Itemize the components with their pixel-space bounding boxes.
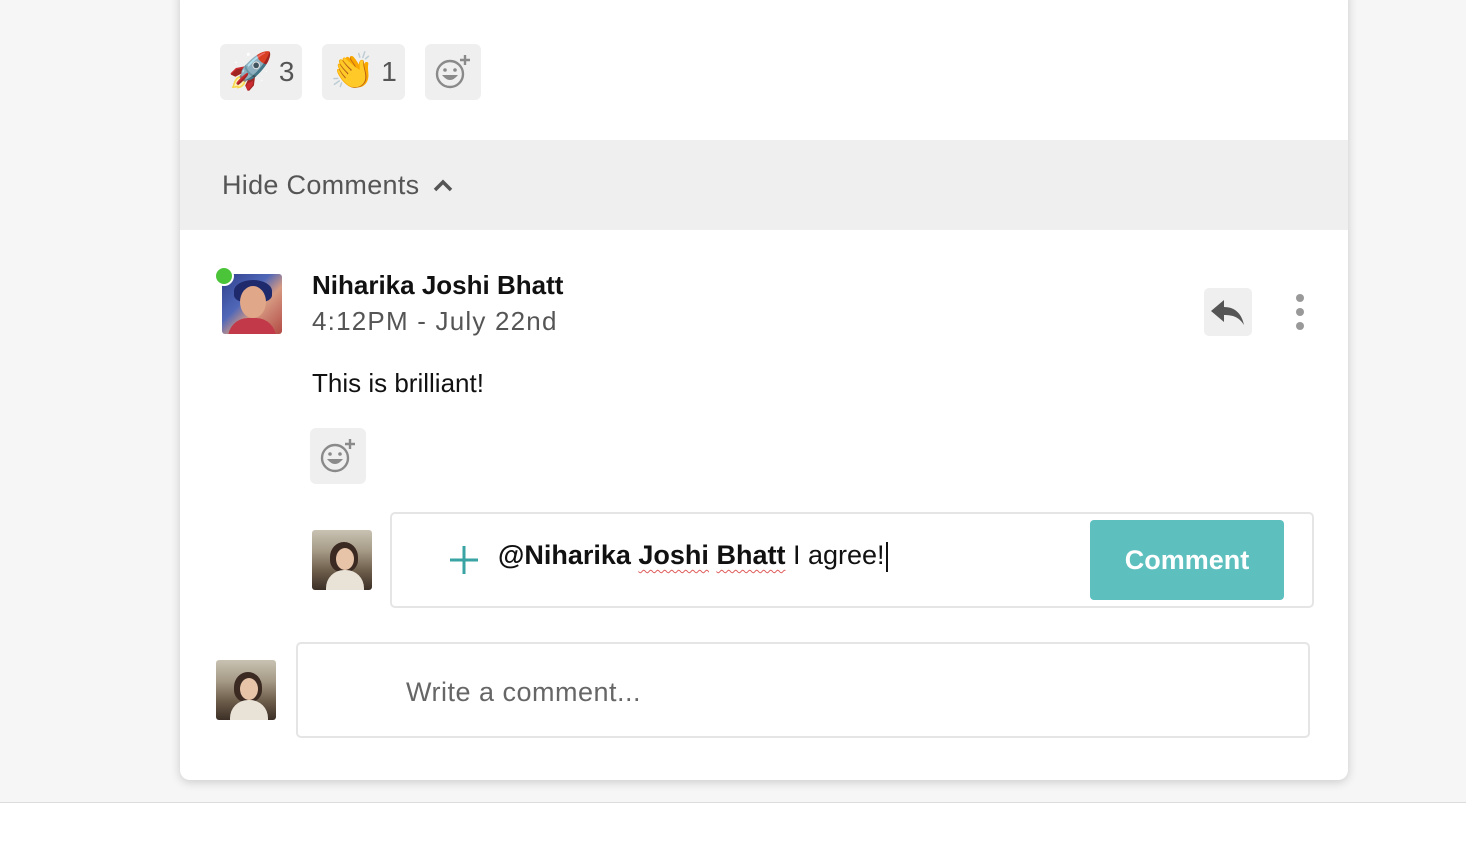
comment-body: This is brilliant! (312, 368, 484, 398)
reactions-bar: 🚀 3 👏 1 (220, 44, 481, 100)
new-comment-input[interactable] (406, 672, 1266, 712)
reply-input[interactable]: @Niharika Joshi Bhatt I agree! (498, 540, 888, 572)
emoji-add-icon (435, 55, 470, 89)
mention-middle-name: Joshi (638, 540, 709, 570)
mention-first-name: @Niharika (498, 540, 631, 570)
current-user-avatar (216, 660, 276, 720)
comment-timestamp: 4:12PM - July 22nd (312, 306, 558, 336)
reply-arrow-icon (1211, 300, 1244, 325)
more-options-button[interactable] (1284, 294, 1316, 330)
reply-button[interactable] (1204, 288, 1252, 336)
reaction-count: 1 (381, 56, 397, 87)
more-dot (1296, 322, 1304, 330)
comment-author-name[interactable]: Niharika Joshi Bhatt (312, 270, 563, 301)
clapping-hands-emoji-icon: 👏 (330, 51, 376, 92)
current-user-avatar (312, 530, 372, 590)
plus-icon[interactable] (446, 542, 482, 578)
hide-comments-toggle[interactable]: Hide Comments (180, 140, 1348, 230)
page: 🚀 3 👏 1 Hide Comments Niharika Joshi Bha… (0, 0, 1466, 860)
add-reaction-button[interactable] (424, 44, 481, 100)
more-dot (1296, 294, 1304, 302)
mention-tag: @Niharika Joshi Bhatt (498, 540, 785, 570)
online-status-dot (214, 266, 234, 286)
chevron-up-icon (434, 179, 453, 192)
reaction-rocket[interactable]: 🚀 3 (220, 44, 303, 100)
reply-text: I agree! (792, 540, 885, 570)
hide-comments-label: Hide Comments (222, 169, 420, 200)
comment-submit-button[interactable]: Comment (1090, 520, 1284, 600)
page-footer-area (0, 802, 1466, 860)
rocket-emoji-icon: 🚀 (228, 51, 273, 92)
mention-last-name: Bhatt (716, 540, 786, 570)
emoji-add-icon (320, 439, 355, 473)
reaction-clapping-hands[interactable]: 👏 1 (322, 44, 405, 100)
more-dot (1296, 308, 1304, 316)
reaction-count: 3 (278, 56, 295, 87)
new-comment-box[interactable] (296, 642, 1310, 738)
reply-input-box[interactable]: @Niharika Joshi Bhatt I agree! Comment (390, 512, 1314, 608)
text-caret (885, 541, 888, 572)
post-card: 🚀 3 👏 1 Hide Comments Niharika Joshi Bha… (180, 0, 1348, 780)
comment-add-reaction-button[interactable] (310, 428, 366, 484)
